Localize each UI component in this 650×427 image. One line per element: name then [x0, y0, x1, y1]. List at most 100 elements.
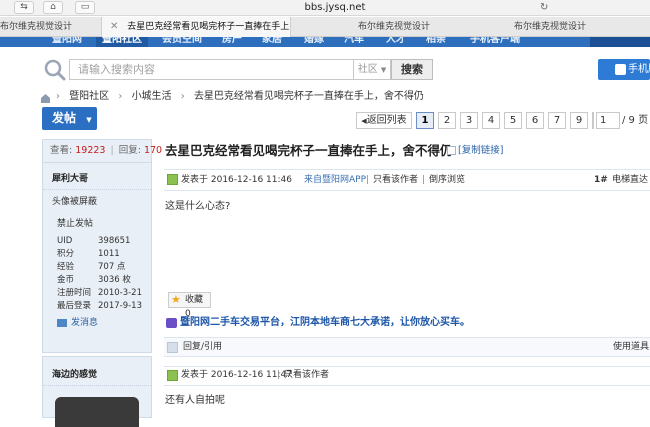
tab-label: 布尔维克视觉设计 — [514, 22, 587, 32]
nav-item-community[interactable]: 暨阳社区 — [96, 37, 148, 47]
nav-item-auto[interactable]: 汽车 — [344, 37, 364, 47]
close-tab-icon[interactable]: ✕ — [110, 21, 118, 32]
field-label: 金币 — [57, 275, 75, 285]
star-icon: ★ — [171, 293, 181, 306]
floor-jump[interactable]: 电梯直达 — [612, 174, 648, 186]
author-name[interactable]: 犀利大哥 — [52, 173, 88, 186]
nav-item-app[interactable]: 手机客户端 — [470, 37, 520, 47]
search-scope-select[interactable]: 社区 ▼ — [354, 59, 391, 80]
home-crumb-icon[interactable] — [40, 92, 51, 103]
nav-item-members[interactable]: 会员空间 — [162, 37, 202, 47]
field-label: UID — [57, 236, 73, 246]
reverse-order-link[interactable]: 倒序浏览 — [429, 174, 465, 186]
separator: | — [366, 175, 370, 185]
page-3[interactable]: 3 — [460, 112, 478, 129]
nav-item-dating[interactable]: 相亲 — [426, 37, 446, 47]
user-status: 禁止发帖 — [57, 219, 94, 229]
search-button[interactable]: 搜索 — [391, 59, 433, 80]
page-4[interactable]: 4 — [482, 112, 500, 129]
ad-link[interactable]: 暨阳网二手车交易平台，江阴本地车商七大承诺，让你放心买车。 — [180, 316, 470, 330]
breadcrumb-item[interactable]: 去星巴克经常看见喝完杯子一直捧在手上，舍不得仍 — [194, 91, 424, 102]
tab-2-active[interactable]: ✕ 去星巴克经常看见喝完杯子一直捧在手上... — [101, 17, 291, 37]
replies-count: 170 — [143, 145, 163, 156]
back-to-list-label: 返回列表 — [366, 115, 407, 126]
avatar[interactable] — [55, 397, 139, 427]
page-1[interactable]: 1 — [416, 112, 434, 129]
breadcrumb-item[interactable]: 小城生活 — [132, 91, 172, 102]
chevron-down-icon: ▼ — [86, 116, 92, 124]
tab-1[interactable]: 布尔维克视觉设计 — [0, 17, 95, 37]
views-label: 查看: — [50, 145, 73, 156]
address-bar[interactable]: bbs.jysq.net — [250, 0, 420, 15]
field-value: 1011 — [98, 249, 120, 259]
post-footer — [164, 337, 650, 357]
field-label: 注册时间 — [57, 288, 92, 298]
only-author-link[interactable]: 只看该作者 — [284, 369, 329, 381]
tab-label: 布尔维克视觉设计 — [0, 22, 73, 32]
site-nav: 暨阳网 暨阳社区 会员空间 房产 家居 婚嫁 汽车 人才 相亲 手机客户端 — [0, 37, 650, 47]
field-value: 2010-3-21 — [98, 288, 142, 298]
post-body-2: 还有人自拍呢 — [165, 395, 225, 406]
use-tool-link[interactable]: 使用道具 — [613, 341, 649, 353]
favorite-label: 收藏 — [185, 295, 204, 305]
breadcrumb-item[interactable]: 暨阳社区 — [69, 91, 109, 102]
author-panel: 犀利大哥 头像被屏蔽 禁止发帖 UID 398651 积分 1011 经验 70… — [42, 163, 152, 353]
field-label: 最后登录 — [57, 301, 92, 311]
post-time: 发表于 2016-12-16 11:46 — [181, 175, 292, 185]
send-message-link[interactable]: 发消息 — [71, 317, 98, 330]
nav-item-wedding[interactable]: 婚嫁 — [304, 37, 324, 47]
stats-separator: | — [110, 145, 114, 156]
field-value: 398651 — [98, 236, 131, 246]
page-7[interactable]: 7 — [548, 112, 566, 129]
page-9-hidden — [592, 112, 594, 129]
mobile-label: 手机版 — [628, 64, 650, 75]
post-source[interactable]: 来自暨阳网APP — [304, 174, 366, 186]
author-panel-2: 海边的感觉 — [42, 356, 152, 427]
page-2[interactable]: 2 — [438, 112, 456, 129]
thread-stats: 查看: 19223 | 回复: 170 — [42, 139, 162, 163]
divider — [43, 385, 151, 386]
breadcrumb: › 暨阳社区 › 小城生活 › 去星巴克经常看见喝完杯子一直捧在手上，舍不得仍 — [56, 90, 430, 104]
field-label: 积分 — [57, 249, 75, 259]
floor-number: 1# — [594, 175, 608, 185]
search-input[interactable]: 请输入搜索内容 — [69, 59, 354, 80]
reply-link[interactable]: 回复/引用 — [183, 341, 222, 353]
page-6[interactable]: 6 — [526, 112, 544, 129]
post-time: 发表于 2016-12-16 11:47 — [181, 370, 292, 380]
sidebar-toggle-icon[interactable]: ⇆ — [14, 1, 34, 14]
only-author-link[interactable]: 只看该作者 — [373, 174, 418, 186]
nav-item-home-decor[interactable]: 家居 — [262, 37, 282, 47]
breadcrumb-separator: › — [180, 91, 185, 102]
tab-4[interactable]: 布尔维克视觉设计 — [514, 17, 624, 37]
nav-item-jobs[interactable]: 人才 — [386, 37, 406, 47]
breadcrumb-separator: › — [56, 91, 60, 102]
author-name[interactable]: 海边的感觉 — [52, 369, 97, 382]
reader-icon[interactable]: ▭ — [75, 1, 95, 14]
search-icon — [42, 57, 68, 83]
separator: | — [277, 370, 281, 380]
mail-icon — [57, 319, 67, 327]
nav-item-home[interactable]: 暨阳网 — [52, 37, 82, 47]
browser-toolbar: ⇆ ⌂ ▭ bbs.jysq.net ↻ — [0, 0, 650, 16]
page-jump-input[interactable]: 1 — [596, 112, 620, 129]
tab-3[interactable]: 布尔维克视觉设计 — [358, 17, 468, 37]
page-total: / 9 页 — [622, 115, 649, 126]
field-label: 经验 — [57, 262, 75, 272]
tab-label: 布尔维克视觉设计 — [358, 22, 431, 32]
page-5[interactable]: 5 — [504, 112, 522, 129]
page-9[interactable]: 9 — [570, 112, 588, 129]
reply-icon — [167, 342, 178, 353]
online-status-icon — [167, 370, 178, 381]
back-to-list-button[interactable]: ◀返回列表 — [356, 112, 412, 129]
copy-link[interactable]: [复制链接] — [458, 145, 503, 157]
field-value: 2017-9-13 — [98, 301, 142, 311]
divider — [43, 189, 151, 190]
avatar-blocked-text: 头像被屏蔽 — [52, 197, 98, 207]
nav-item-housing[interactable]: 房产 — [222, 37, 242, 47]
tab-bar: 布尔维克视觉设计 ✕ 去星巴克经常看见喝完杯子一直捧在手上... 布尔维克视觉设… — [0, 17, 650, 37]
reload-icon[interactable]: ↻ — [540, 0, 554, 15]
chevron-down-icon: ▼ — [380, 66, 387, 74]
copy-icon — [447, 146, 456, 155]
new-post-button[interactable]: 发帖 ▼ — [42, 107, 97, 130]
home-icon[interactable]: ⌂ — [43, 1, 63, 14]
